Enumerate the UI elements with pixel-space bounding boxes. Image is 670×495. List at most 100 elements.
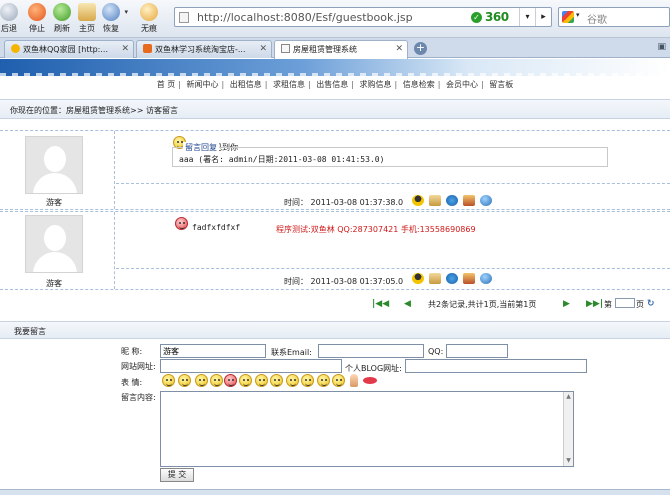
face-wink-icon[interactable] bbox=[239, 374, 252, 387]
goto-prefix: 第 bbox=[604, 300, 612, 309]
face-sad-icon[interactable] bbox=[332, 374, 345, 387]
goto-suffix: 页 bbox=[636, 300, 644, 309]
house-icon[interactable] bbox=[463, 195, 475, 206]
page-number-input[interactable] bbox=[615, 298, 635, 308]
close-tab-icon[interactable]: ✕ bbox=[121, 44, 129, 54]
search-placeholder[interactable]: 谷歌 bbox=[587, 11, 607, 26]
restore-dropdown-icon[interactable]: ▾ bbox=[124, 8, 128, 16]
qq-icon[interactable] bbox=[412, 195, 424, 206]
blog-input[interactable] bbox=[405, 359, 587, 373]
tab-rental-system[interactable]: 房屋租赁管理系统 ✕ bbox=[274, 40, 408, 59]
back-button[interactable]: 后退 bbox=[0, 3, 24, 34]
face-laugh-icon[interactable] bbox=[270, 374, 283, 387]
nav-item-search[interactable]: 信息检索 bbox=[403, 80, 435, 89]
tab-taobao-store[interactable]: 双鱼林学习系统淘宝店-... ✕ bbox=[136, 40, 272, 58]
new-tab-button[interactable]: + bbox=[414, 42, 427, 55]
message-item: 游客 fadfxfdfxf 程序测试:双鱼林 QQ:287307421 手机:1… bbox=[0, 211, 670, 290]
address-bar[interactable]: http://localhost:8080/Esf/guestbook.jsp … bbox=[174, 7, 552, 27]
tab-label: 房屋租赁管理系统 bbox=[293, 45, 357, 54]
tab-list-icon[interactable]: ▣ bbox=[657, 42, 666, 52]
message-actions bbox=[412, 195, 497, 208]
scroll-up-icon[interactable]: ▲ bbox=[565, 393, 572, 401]
face-smile-icon[interactable] bbox=[162, 374, 175, 387]
email-input[interactable] bbox=[318, 344, 424, 358]
site-banner bbox=[0, 59, 670, 76]
close-tab-icon[interactable]: ✕ bbox=[395, 44, 403, 54]
contact-info: 程序测试:双鱼林 QQ:287307421 手机:13558690869 bbox=[276, 225, 476, 234]
hand-icon[interactable] bbox=[350, 374, 358, 387]
globe-icon[interactable] bbox=[480, 273, 492, 284]
message-actions bbox=[412, 273, 497, 286]
restore-icon bbox=[102, 3, 120, 21]
face-tongue-icon[interactable] bbox=[301, 374, 314, 387]
face-cool-icon[interactable] bbox=[255, 374, 268, 387]
message-time: 时间： 2011-03-08 01:37:05.0 bbox=[284, 277, 404, 286]
scroll-down-icon[interactable]: ▼ bbox=[565, 457, 572, 465]
message-time: 时间： 2011-03-08 01:37:38.0 bbox=[284, 198, 404, 207]
face-smirk-icon[interactable] bbox=[286, 374, 299, 387]
nickname-input[interactable] bbox=[160, 344, 266, 358]
incognito-icon bbox=[140, 3, 158, 21]
web-page: 首 页 | 新闻中心 | 出租信息 | 求租信息 | 出售信息 | 求购信息 | 信息检索 |… bbox=[0, 59, 670, 495]
security-shield-icon[interactable]: ✓ bbox=[471, 12, 482, 23]
search-engine-dropdown-icon[interactable]: ▾ bbox=[576, 11, 580, 19]
last-page-icon[interactable]: ▶▶| bbox=[586, 299, 603, 309]
star-icon bbox=[11, 44, 20, 53]
refresh-icon bbox=[53, 3, 71, 21]
nav-item-rent-out[interactable]: 出租信息 bbox=[230, 80, 262, 89]
face-shy-icon[interactable] bbox=[210, 374, 223, 387]
qq-icon[interactable] bbox=[412, 273, 424, 284]
guest-name: 游客 bbox=[46, 198, 62, 207]
tab-label: 双鱼林学习系统淘宝店-... bbox=[155, 45, 246, 54]
nav-item-news[interactable]: 新闻中心 bbox=[187, 80, 219, 89]
prev-page-icon[interactable]: ◀ bbox=[404, 299, 411, 309]
face-sleepy-icon[interactable] bbox=[317, 374, 330, 387]
search-box[interactable]: ▾ 谷歌 bbox=[558, 7, 670, 27]
avatar bbox=[25, 136, 83, 194]
globe-icon[interactable] bbox=[480, 195, 492, 206]
incognito-label: 无痕 bbox=[141, 24, 157, 33]
nav-item-for-sale[interactable]: 出售信息 bbox=[316, 80, 348, 89]
back-icon bbox=[0, 3, 18, 21]
face-angry-icon[interactable] bbox=[224, 374, 237, 387]
stop-icon bbox=[28, 3, 46, 21]
qq-label: QQ: bbox=[428, 347, 444, 356]
qq-input[interactable] bbox=[446, 344, 508, 358]
taobao-icon bbox=[143, 44, 152, 53]
nav-item-home[interactable]: 首 页 bbox=[157, 80, 176, 89]
nav-item-guestbook[interactable]: 留言板 bbox=[489, 80, 513, 89]
go-arrow-icon[interactable]: ▸ bbox=[535, 8, 551, 26]
restore-button[interactable]: 恢复 ▾ bbox=[96, 3, 128, 34]
nav-item-rent-wanted[interactable]: 求租信息 bbox=[273, 80, 305, 89]
go-page-icon[interactable]: ↻ bbox=[647, 299, 655, 309]
tab-qq-home[interactable]: 双鱼林QQ家园 [http:... ✕ bbox=[4, 40, 134, 58]
lips-icon[interactable] bbox=[363, 377, 377, 384]
address-url[interactable]: http://localhost:8080/Esf/guestbook.jsp bbox=[197, 11, 413, 24]
search-engine-icon[interactable] bbox=[562, 11, 574, 23]
tab-label: 双鱼林QQ家园 [http:... bbox=[23, 45, 109, 54]
nav-item-member[interactable]: 会员中心 bbox=[446, 80, 478, 89]
form-title: 我要留言 bbox=[0, 321, 670, 339]
house-icon[interactable] bbox=[463, 273, 475, 284]
next-page-icon[interactable]: ▶ bbox=[563, 299, 570, 309]
angry-emoticon-icon bbox=[175, 217, 188, 230]
back-label: 后退 bbox=[1, 24, 17, 33]
email-icon[interactable] bbox=[429, 273, 441, 284]
close-tab-icon[interactable]: ✕ bbox=[259, 44, 267, 54]
first-page-icon[interactable]: |◀◀ bbox=[372, 299, 389, 309]
divider bbox=[116, 183, 670, 184]
browser-brand-logo: 360 bbox=[485, 10, 509, 24]
website-input[interactable] bbox=[160, 359, 342, 373]
homepage-icon[interactable] bbox=[446, 195, 458, 206]
main-nav: 首 页 | 新闻中心 | 出租信息 | 求租信息 | 出售信息 | 求购信息 | 信息检索 |… bbox=[156, 80, 514, 89]
incognito-button[interactable]: 无痕 bbox=[134, 3, 164, 34]
address-dropdown-icon[interactable]: ▾ bbox=[519, 8, 535, 26]
textarea-scrollbar[interactable]: ▲ ▼ bbox=[563, 392, 573, 466]
face-grin-icon[interactable] bbox=[178, 374, 191, 387]
email-icon[interactable] bbox=[429, 195, 441, 206]
message-textarea[interactable]: ▲ ▼ bbox=[160, 391, 574, 467]
submit-button[interactable]: 提 交 bbox=[160, 468, 194, 482]
homepage-icon[interactable] bbox=[446, 273, 458, 284]
nav-item-buy-wanted[interactable]: 求购信息 bbox=[360, 80, 392, 89]
face-happy-icon[interactable] bbox=[195, 374, 208, 387]
